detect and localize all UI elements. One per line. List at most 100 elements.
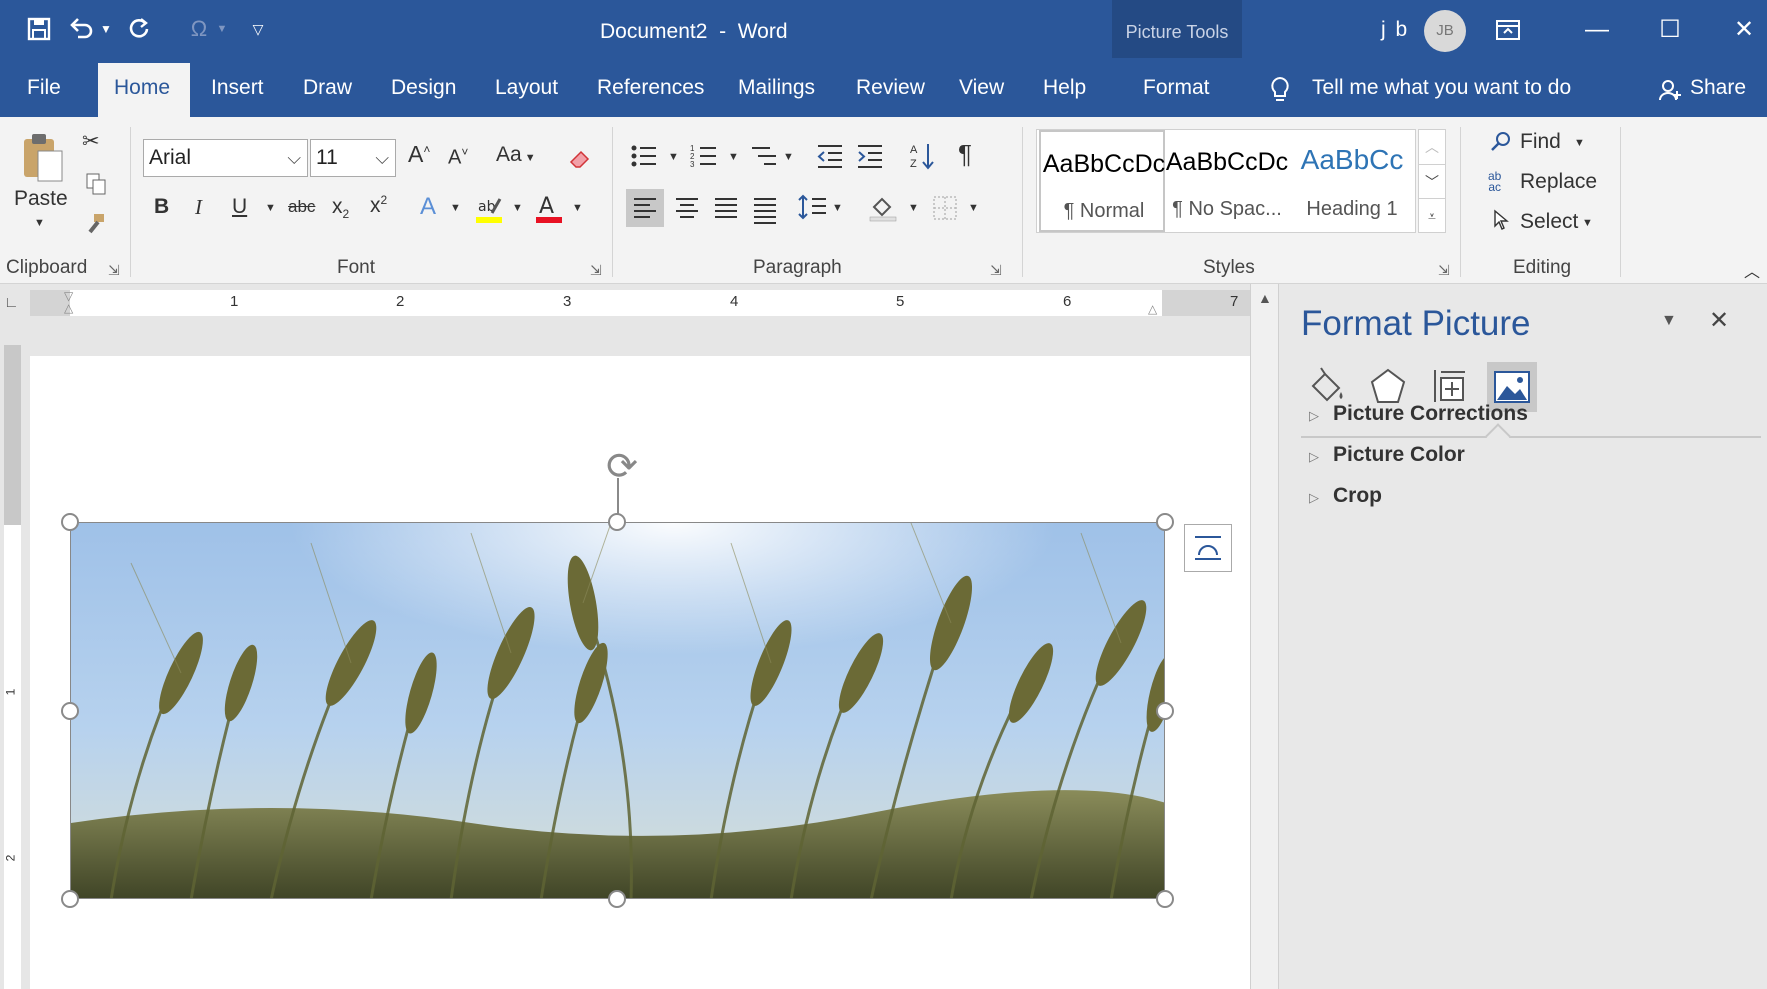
styles-scroll-down-icon[interactable]: ﹀ — [1419, 164, 1445, 198]
find-dropdown-icon[interactable]: ▼ — [1574, 137, 1585, 149]
decrease-indent-icon[interactable] — [816, 143, 844, 174]
select-dropdown-icon[interactable]: ▼ — [1582, 217, 1593, 229]
font-size-combo[interactable]: 11 ⌵ — [310, 139, 396, 177]
tab-help[interactable]: Help — [1043, 76, 1086, 100]
align-center-icon[interactable] — [668, 189, 706, 232]
picture-color-section[interactable]: ▷ Picture Color — [1309, 443, 1465, 467]
tab-review[interactable]: Review — [856, 76, 925, 100]
font-name-combo[interactable]: Arial ⌵ — [143, 139, 308, 177]
borders-dropdown-icon[interactable]: ▼ — [968, 202, 979, 214]
format-painter-icon[interactable] — [84, 212, 108, 241]
replace-icon[interactable]: ab ac — [1488, 170, 1501, 193]
rotate-handle-icon[interactable]: ⟳ — [598, 443, 646, 491]
paste-icon[interactable] — [20, 131, 66, 188]
shading-icon[interactable] — [868, 193, 898, 228]
multilevel-dropdown-icon[interactable]: ▼ — [783, 151, 794, 163]
close-icon[interactable]: ✕ — [1724, 12, 1764, 48]
styles-more-icon[interactable]: ⩡ — [1419, 198, 1445, 232]
avatar[interactable]: JB — [1424, 10, 1466, 52]
tab-view[interactable]: View — [959, 76, 1004, 100]
font-color-dropdown-icon[interactable]: ▼ — [572, 202, 583, 214]
tab-layout[interactable]: Layout — [495, 76, 558, 100]
first-line-indent-marker[interactable]: ▽ △ — [64, 290, 73, 314]
select-icon[interactable] — [1492, 209, 1510, 236]
crop-section[interactable]: ▷ Crop — [1309, 484, 1382, 508]
tab-references[interactable]: References — [597, 76, 704, 100]
superscript-icon[interactable]: x2 — [370, 193, 387, 218]
numbering-dropdown-icon[interactable]: ▼ — [728, 151, 739, 163]
underline-icon[interactable]: U — [232, 195, 247, 219]
multilevel-list-icon[interactable] — [750, 143, 778, 174]
maximize-icon[interactable]: ☐ — [1650, 12, 1690, 48]
strikethrough-icon[interactable]: abc — [288, 197, 315, 217]
replace-button[interactable]: Replace — [1520, 170, 1597, 194]
bold-icon[interactable]: B — [154, 195, 169, 219]
user-name[interactable]: j b — [1381, 18, 1409, 42]
find-icon[interactable] — [1490, 131, 1512, 158]
resize-handle-top[interactable] — [608, 513, 626, 531]
wheat-field-picture[interactable] — [70, 522, 1165, 899]
style-heading-1[interactable]: AaBbCc Heading 1 — [1289, 130, 1415, 232]
tab-insert[interactable]: Insert — [211, 76, 264, 100]
resize-handle-top-left[interactable] — [61, 513, 79, 531]
cut-icon[interactable]: ✂ — [82, 129, 100, 154]
text-effects-dropdown-icon[interactable]: ▼ — [450, 202, 461, 214]
undo-dropdown-icon[interactable]: ▼ — [98, 14, 114, 44]
redo-icon[interactable] — [124, 14, 154, 44]
tab-selector-icon[interactable]: ∟ — [4, 294, 19, 311]
subscript-icon[interactable]: x2 — [332, 195, 349, 221]
lightbulb-icon[interactable] — [1268, 76, 1292, 111]
bullets-icon[interactable] — [630, 143, 658, 174]
picture-corrections-section[interactable]: ▷ Picture Corrections — [1309, 402, 1528, 426]
highlight-icon[interactable]: ab — [474, 193, 504, 230]
horizontal-ruler[interactable]: 1 2 3 4 5 6 7 ▽ △ △ — [30, 290, 1250, 316]
resize-handle-right[interactable] — [1156, 702, 1174, 720]
tab-format[interactable]: Format — [1143, 76, 1210, 100]
justify-icon[interactable] — [746, 189, 784, 232]
pane-close-icon[interactable]: ✕ — [1709, 306, 1729, 335]
shrink-font-icon[interactable]: A˅ — [448, 145, 468, 170]
chevron-down-icon[interactable]: ⌵ — [287, 140, 301, 176]
style-normal[interactable]: AaBbCcDc ¶ Normal — [1039, 130, 1165, 232]
tab-design[interactable]: Design — [391, 76, 456, 100]
align-left-button[interactable] — [626, 189, 664, 227]
sort-icon[interactable]: AZ — [910, 141, 936, 176]
tell-me-search[interactable]: Tell me what you want to do — [1312, 76, 1571, 100]
vertical-ruler[interactable]: 1 2 — [3, 345, 21, 989]
resize-handle-left[interactable] — [61, 702, 79, 720]
save-icon[interactable] — [24, 14, 54, 44]
shading-dropdown-icon[interactable]: ▼ — [908, 202, 919, 214]
right-indent-marker[interactable]: △ — [1148, 302, 1157, 316]
customize-qat-icon[interactable]: ▽ — [246, 14, 270, 44]
paste-dropdown-icon[interactable]: ▼ — [34, 217, 45, 229]
paragraph-launcher-icon[interactable]: ⇲ — [990, 262, 1002, 279]
paste-button[interactable]: Paste — [14, 187, 68, 211]
tab-home[interactable]: Home — [114, 76, 170, 100]
underline-dropdown-icon[interactable]: ▼ — [265, 202, 276, 214]
tab-mailings[interactable]: Mailings — [738, 76, 815, 100]
highlight-dropdown-icon[interactable]: ▼ — [512, 202, 523, 214]
font-color-icon[interactable]: A — [534, 193, 564, 230]
italic-icon[interactable]: I — [195, 195, 202, 220]
undo-icon[interactable] — [66, 14, 96, 44]
clear-formatting-icon[interactable] — [568, 147, 592, 176]
text-effects-icon[interactable]: A — [420, 193, 436, 221]
styles-launcher-icon[interactable]: ⇲ — [1438, 262, 1450, 279]
numbering-icon[interactable]: 123 — [690, 143, 718, 174]
symbol-icon[interactable]: Ω — [184, 14, 214, 44]
font-launcher-icon[interactable]: ⇲ — [590, 262, 602, 279]
style-no-spacing[interactable]: AaBbCcDc ¶ No Spac... — [1164, 130, 1290, 232]
tab-file[interactable]: File — [27, 76, 61, 100]
scroll-up-icon[interactable]: ▲ — [1258, 290, 1272, 306]
resize-handle-bottom-right[interactable] — [1156, 890, 1174, 908]
minimize-icon[interactable]: — — [1577, 12, 1617, 48]
line-spacing-dropdown-icon[interactable]: ▼ — [832, 202, 843, 214]
share-icon[interactable] — [1658, 78, 1682, 107]
vertical-scrollbar[interactable]: ▲ — [1250, 284, 1278, 989]
chevron-down-icon[interactable]: ⌵ — [375, 140, 389, 176]
symbol-dropdown-icon[interactable]: ▼ — [214, 14, 230, 44]
grow-font-icon[interactable]: A˄ — [408, 141, 430, 168]
show-formatting-marks-icon[interactable]: ¶ — [958, 139, 972, 170]
pane-options-dropdown-icon[interactable]: ▼ — [1661, 312, 1677, 330]
layout-options-icon[interactable] — [1184, 524, 1232, 572]
